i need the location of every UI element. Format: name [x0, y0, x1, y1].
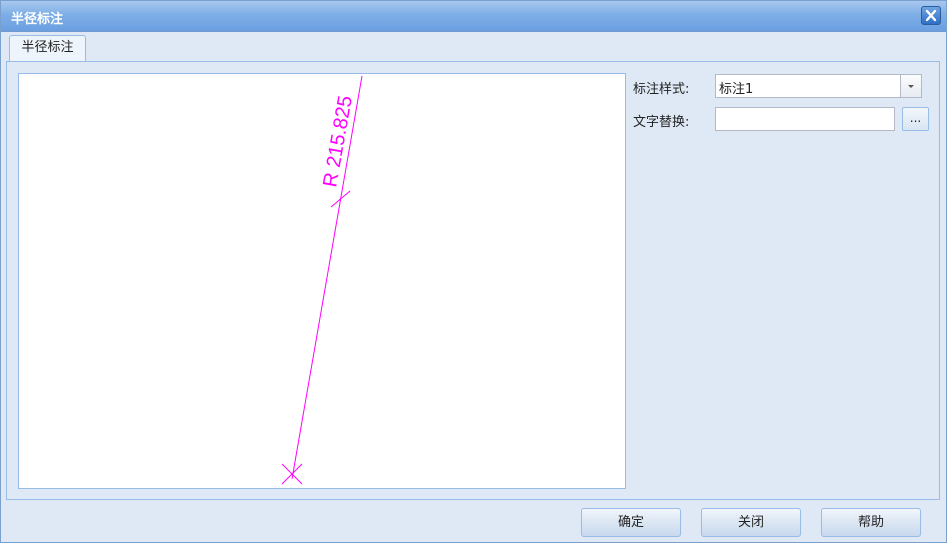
close-button-label: 关闭	[737, 515, 764, 530]
ok-button[interactable]: 确定	[581, 508, 681, 537]
help-button-label: 帮助	[857, 515, 884, 530]
tab-radius-dimension[interactable]: 半径标注	[9, 35, 86, 61]
dimension-preview: R 215.825	[18, 73, 626, 489]
dimension-tick-mark	[330, 190, 351, 208]
close-icon	[925, 9, 937, 22]
dimension-text: R 215.825	[319, 94, 357, 189]
tab-label: 半径标注	[21, 40, 74, 55]
dimension-style-select[interactable]: 标注1	[715, 74, 922, 98]
dimension-style-value: 标注1	[719, 82, 754, 97]
dimension-preview-drawing: R 215.825	[281, 75, 363, 485]
close-window-button[interactable]	[921, 6, 941, 25]
close-button[interactable]: 关闭	[701, 508, 801, 537]
browse-button-label: ...	[909, 111, 922, 125]
help-button[interactable]: 帮助	[821, 508, 921, 537]
title-bar[interactable]: 半径标注	[1, 1, 946, 32]
chevron-down-icon	[908, 85, 914, 88]
browse-button[interactable]: ...	[902, 107, 929, 131]
text-override-input[interactable]	[715, 107, 895, 131]
dimension-style-label: 标注样式:	[633, 82, 690, 97]
window-title: 半径标注	[11, 12, 64, 27]
dropdown-trigger[interactable]	[900, 75, 921, 97]
ok-button-label: 确定	[617, 515, 644, 530]
text-override-label: 文字替换:	[633, 115, 690, 130]
